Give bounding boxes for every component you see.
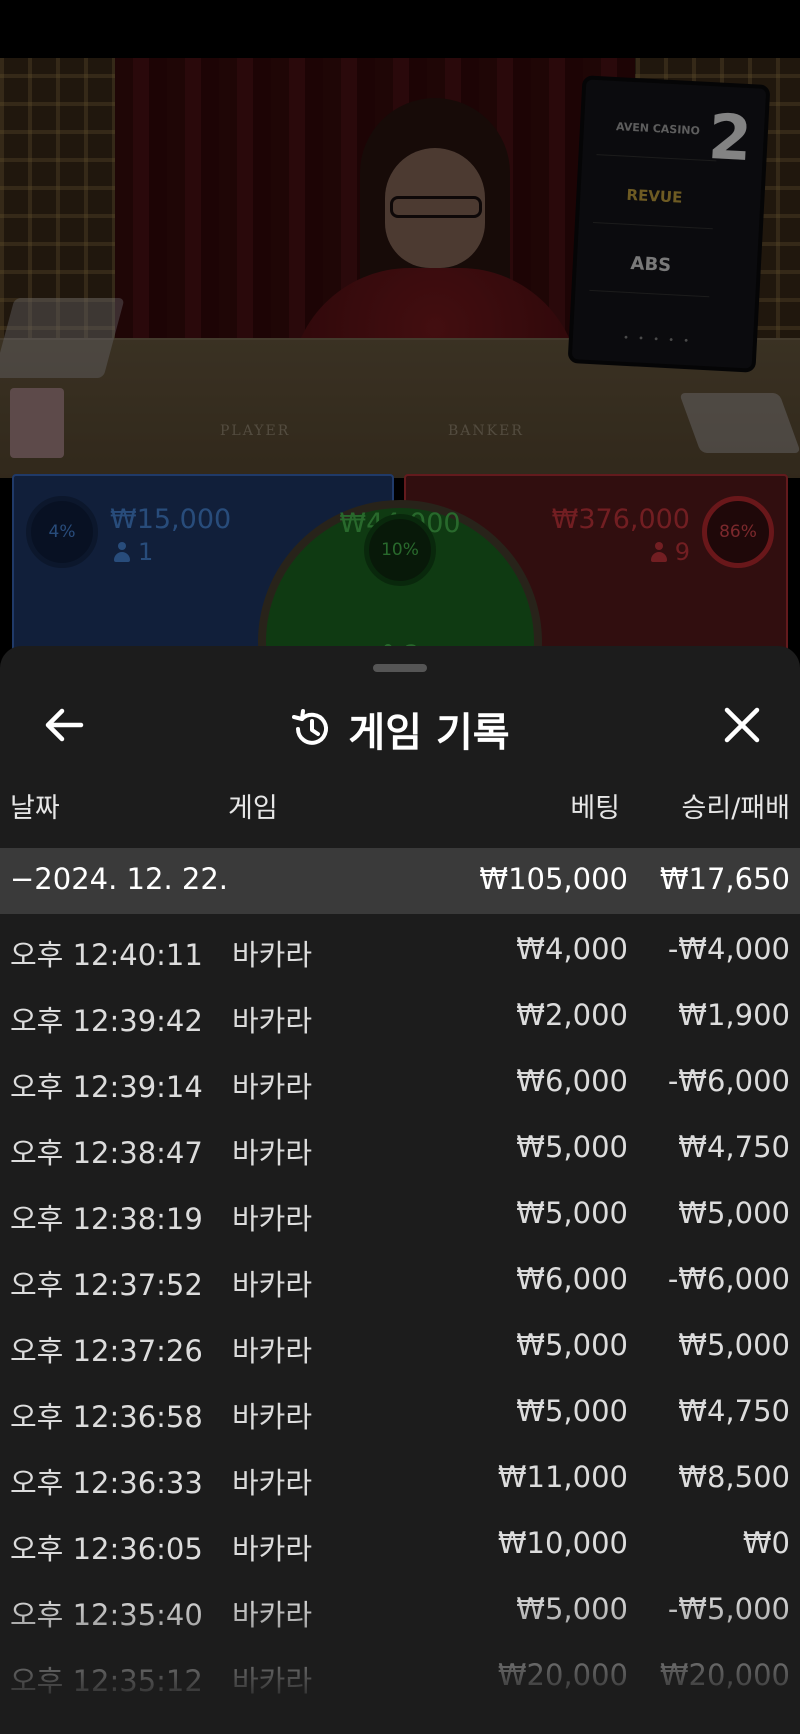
row-time: 오후 12:37:26 xyxy=(10,1334,203,1368)
row-winloss: ₩0 xyxy=(742,1526,790,1560)
row-time: 오후 12:35:12 xyxy=(10,1664,203,1698)
history-row[interactable]: 오후 12:36:33 바카라 ₩11,000 ₩8,500 xyxy=(0,1442,800,1508)
row-bet: ₩5,000 xyxy=(516,1196,628,1230)
row-bet: ₩6,000 xyxy=(516,1262,628,1296)
row-winloss: -₩5,000 xyxy=(667,1592,790,1626)
row-game: 바카라 xyxy=(232,1598,313,1632)
row-time: 오후 12:36:33 xyxy=(10,1466,203,1500)
row-game: 바카라 xyxy=(232,1070,313,1104)
row-game: 바카라 xyxy=(232,1268,313,1302)
history-row[interactable]: 오후 12:40:11 바카라 ₩4,000 -₩4,000 xyxy=(0,914,800,980)
row-time: 오후 12:38:19 xyxy=(10,1202,203,1236)
row-time: 오후 12:39:14 xyxy=(10,1070,203,1104)
date-group-winloss-total: ₩17,650 xyxy=(659,862,790,896)
close-button[interactable] xyxy=(714,698,770,752)
row-game: 바카라 xyxy=(232,938,313,972)
row-bet: ₩6,000 xyxy=(516,1064,628,1098)
row-game: 바카라 xyxy=(232,1532,313,1566)
row-winloss: -₩6,000 xyxy=(667,1064,790,1098)
row-bet: ₩10,000 xyxy=(497,1526,628,1560)
history-row[interactable]: 오후 12:35:40 바카라 ₩5,000 -₩5,000 xyxy=(0,1574,800,1640)
drag-handle[interactable] xyxy=(373,664,427,672)
row-game: 바카라 xyxy=(232,1466,313,1500)
column-header-date: 날짜 xyxy=(10,793,60,824)
row-winloss: ₩4,750 xyxy=(678,1394,790,1428)
row-winloss: ₩1,900 xyxy=(678,998,790,1032)
row-winloss: ₩4,750 xyxy=(678,1130,790,1164)
column-header-bet: 베팅 xyxy=(570,793,620,824)
row-winloss: -₩6,000 xyxy=(667,1262,790,1296)
row-winloss: ₩5,000 xyxy=(678,1328,790,1362)
sheet-header: 게임 기록 xyxy=(0,686,800,764)
sheet-title-group: 게임 기록 xyxy=(0,700,800,758)
history-row[interactable]: 오후 12:37:52 바카라 ₩6,000 -₩6,000 xyxy=(0,1244,800,1310)
row-game: 바카라 xyxy=(232,1136,313,1170)
row-time: 오후 12:35:40 xyxy=(10,1598,203,1632)
date-group-label: −2024. 12. 22. xyxy=(10,862,228,896)
row-bet: ₩2,000 xyxy=(516,998,628,1032)
row-game: 바카라 xyxy=(232,1004,313,1038)
history-list: 오후 12:40:11 바카라 ₩4,000 -₩4,000 오후 12:39:42 바카… xyxy=(0,914,800,1706)
row-time: 오후 12:37:52 xyxy=(10,1268,203,1302)
row-game: 바카라 xyxy=(232,1400,313,1434)
row-time: 오후 12:38:47 xyxy=(10,1136,203,1170)
row-bet: ₩5,000 xyxy=(516,1328,628,1362)
history-row[interactable]: 오후 12:39:42 바카라 ₩2,000 ₩1,900 xyxy=(0,980,800,1046)
row-bet: ₩20,000 xyxy=(497,1658,628,1692)
row-bet: ₩5,000 xyxy=(516,1130,628,1164)
row-game: 바카라 xyxy=(232,1202,313,1236)
history-row[interactable]: 오후 12:38:47 바카라 ₩5,000 ₩4,750 xyxy=(0,1112,800,1178)
date-group-bet-total: ₩105,000 xyxy=(479,862,628,896)
row-time: 오후 12:40:11 xyxy=(10,938,203,972)
column-header-winloss: 승리/패배 xyxy=(681,793,790,824)
row-time: 오후 12:36:58 xyxy=(10,1400,203,1434)
history-row[interactable]: 오후 12:37:26 바카라 ₩5,000 ₩5,000 xyxy=(0,1310,800,1376)
history-row[interactable]: 오후 12:35:12 바카라 ₩20,000 ₩20,000 xyxy=(0,1640,800,1706)
row-winloss: ₩5,000 xyxy=(678,1196,790,1230)
history-icon xyxy=(292,709,329,745)
row-game: 바카라 xyxy=(232,1334,313,1368)
column-header-game: 게임 xyxy=(228,793,278,824)
row-bet: ₩4,000 xyxy=(516,932,628,966)
history-row[interactable]: 오후 12:39:14 바카라 ₩6,000 -₩6,000 xyxy=(0,1046,800,1112)
game-history-sheet: 게임 기록 날짜 게임 베팅 승리/패배 −2024. 12. 22. ₩105… xyxy=(0,646,800,1734)
row-bet: ₩5,000 xyxy=(516,1394,628,1428)
row-winloss: ₩20,000 xyxy=(659,1658,790,1692)
column-headers: 날짜 게임 베팅 승리/패배 xyxy=(0,786,800,826)
row-time: 오후 12:39:42 xyxy=(10,1004,203,1038)
history-row[interactable]: 오후 12:36:58 바카라 ₩5,000 ₩4,750 xyxy=(0,1376,800,1442)
history-row[interactable]: 오후 12:36:05 바카라 ₩10,000 ₩0 xyxy=(0,1508,800,1574)
date-group-row[interactable]: −2024. 12. 22. ₩105,000 ₩17,650 xyxy=(0,848,800,914)
modal-dim-overlay[interactable] xyxy=(0,0,800,700)
row-bet: ₩11,000 xyxy=(497,1460,628,1494)
row-winloss: ₩8,500 xyxy=(678,1460,790,1494)
history-row[interactable]: 오후 12:38:19 바카라 ₩5,000 ₩5,000 xyxy=(0,1178,800,1244)
row-bet: ₩5,000 xyxy=(516,1592,628,1626)
close-icon xyxy=(724,707,760,743)
row-time: 오후 12:36:05 xyxy=(10,1532,203,1566)
row-winloss: -₩4,000 xyxy=(667,932,790,966)
sheet-title: 게임 기록 xyxy=(348,710,510,756)
row-game: 바카라 xyxy=(232,1664,313,1698)
